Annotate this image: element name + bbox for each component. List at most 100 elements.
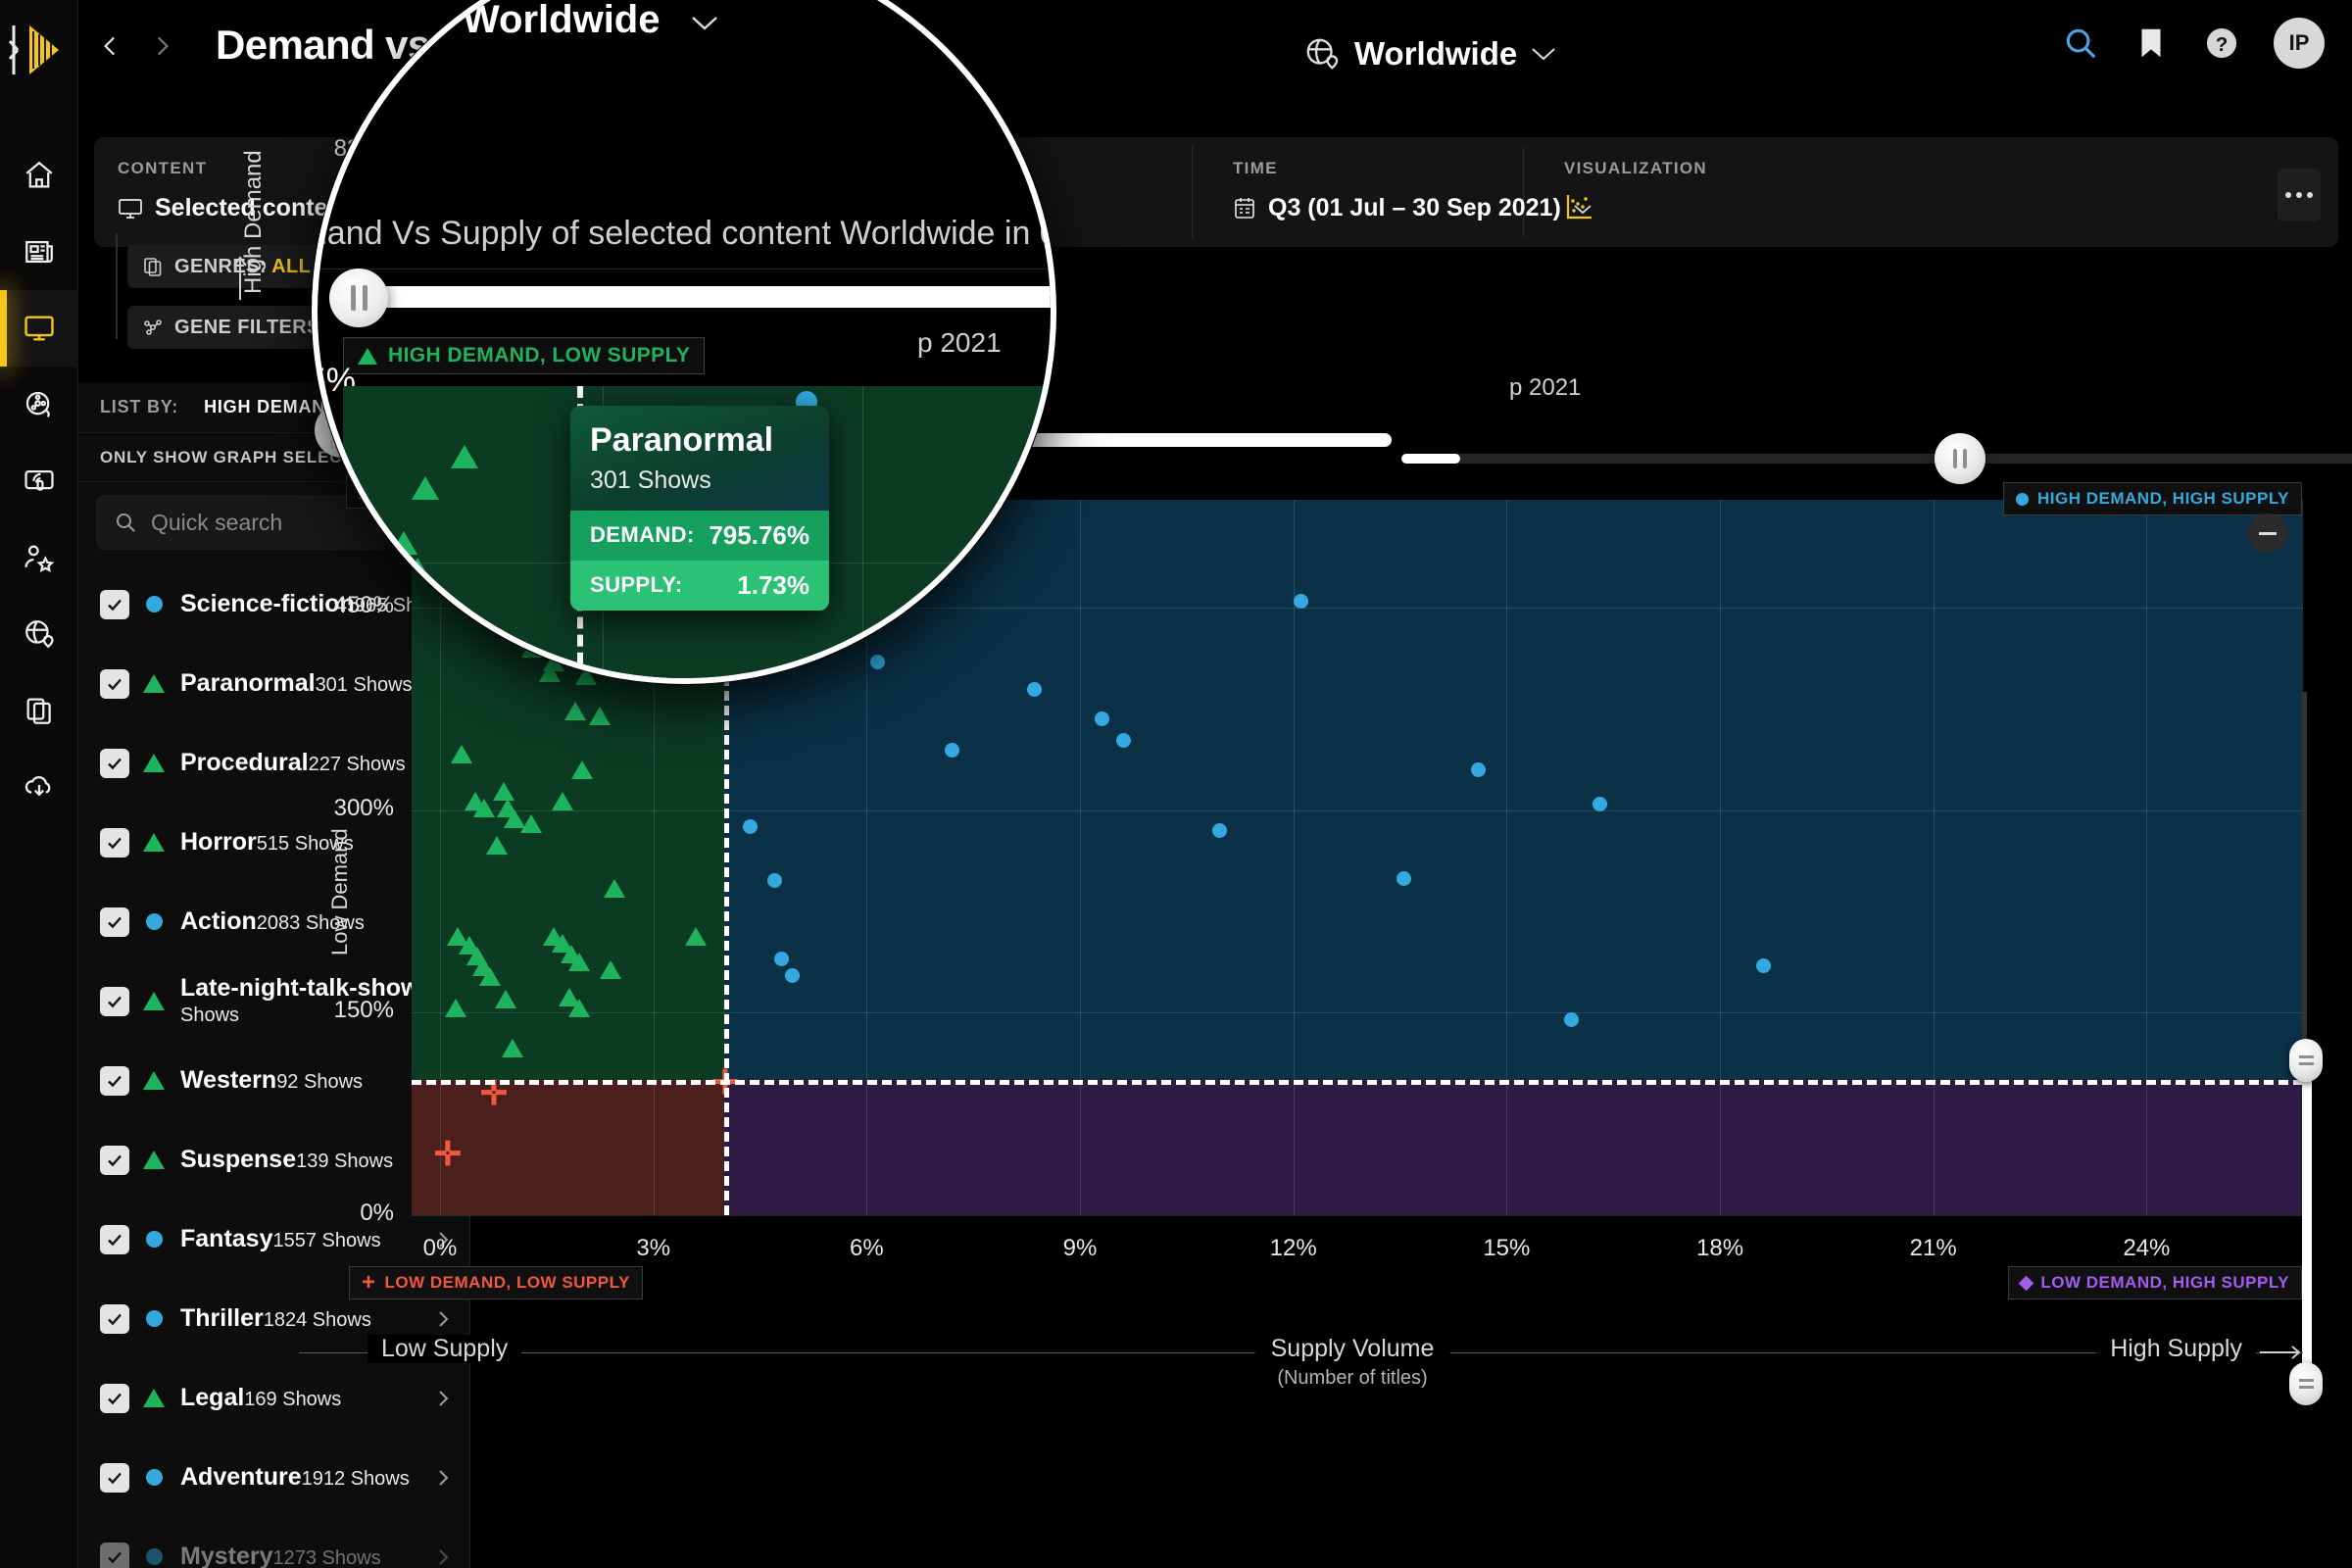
globe-pin-icon bbox=[23, 617, 56, 651]
slider-handle-right[interactable] bbox=[1935, 433, 1985, 484]
data-point[interactable] bbox=[568, 999, 590, 1017]
vertical-range-fill[interactable] bbox=[2302, 1058, 2312, 1382]
genre-checkbox[interactable] bbox=[100, 907, 129, 937]
data-point[interactable] bbox=[604, 879, 625, 898]
vertical-range-handle-top[interactable] bbox=[2289, 1039, 2323, 1082]
data-point[interactable] bbox=[451, 745, 472, 763]
data-point bbox=[417, 627, 445, 651]
genre-meta: Late-night-talk-show75 Shows bbox=[180, 974, 442, 1028]
genre-list-item[interactable]: Adventure1912 Shows bbox=[78, 1438, 470, 1517]
sidebar-item-copy[interactable] bbox=[0, 672, 78, 749]
genre-checkbox[interactable] bbox=[100, 1384, 129, 1413]
genre-checkbox[interactable] bbox=[100, 1304, 129, 1334]
data-point[interactable] bbox=[564, 702, 586, 720]
sidebar-item-broadcast[interactable] bbox=[0, 443, 78, 519]
data-point[interactable] bbox=[1756, 958, 1771, 973]
chart-date-fragment: p 2021 bbox=[1509, 374, 1581, 402]
genre-show-count: 1912 Shows bbox=[302, 1468, 410, 1490]
genre-list-item[interactable]: Legal169 Shows bbox=[78, 1358, 470, 1438]
list-by-label: LIST BY: bbox=[100, 397, 178, 417]
check-icon bbox=[105, 1547, 124, 1567]
search-icon[interactable] bbox=[2062, 24, 2099, 62]
genre-checkbox[interactable] bbox=[100, 1463, 129, 1493]
x-axis-high-label: High Supply bbox=[2096, 1335, 2256, 1363]
data-point[interactable] bbox=[1116, 733, 1131, 748]
genre-name: Western bbox=[180, 1066, 276, 1094]
data-point[interactable] bbox=[520, 814, 542, 833]
data-point[interactable] bbox=[502, 1039, 523, 1057]
genre-checkbox[interactable] bbox=[100, 1146, 129, 1175]
data-point[interactable] bbox=[1212, 823, 1227, 838]
vertical-range-handle-bottom[interactable] bbox=[2289, 1362, 2323, 1405]
data-point[interactable] bbox=[1095, 711, 1109, 726]
sidebar-item-news[interactable] bbox=[0, 214, 78, 290]
data-point[interactable] bbox=[785, 968, 800, 983]
sidebar-item-film[interactable] bbox=[0, 367, 78, 443]
data-point[interactable] bbox=[685, 927, 707, 946]
svg-text:?: ? bbox=[2216, 33, 2229, 56]
chevron-right-icon[interactable] bbox=[433, 1389, 453, 1408]
sidebar-item-dashboard[interactable] bbox=[0, 290, 78, 367]
app-logo[interactable] bbox=[8, 22, 71, 78]
more-options-button[interactable] bbox=[2278, 169, 2321, 221]
legend-high-demand-high-supply[interactable]: HIGH DEMAND, HIGH SUPPLY bbox=[2003, 482, 2302, 515]
chevron-right-icon[interactable] bbox=[149, 33, 174, 59]
legend-label: LOW DEMAND, LOW SUPPLY bbox=[385, 1273, 630, 1293]
data-point[interactable] bbox=[743, 819, 758, 834]
x-axis-tick: 12% bbox=[1270, 1235, 1317, 1262]
y-axis-low-label: Low Demand bbox=[327, 828, 353, 956]
monitor-icon bbox=[118, 197, 143, 220]
data-point[interactable] bbox=[1564, 1012, 1579, 1027]
data-point[interactable] bbox=[571, 760, 593, 779]
genre-checkbox[interactable] bbox=[100, 590, 129, 619]
legend-low-demand-low-supply[interactable]: + LOW DEMAND, LOW SUPPLY bbox=[349, 1266, 643, 1299]
data-point[interactable] bbox=[495, 990, 516, 1008]
genre-checkbox[interactable] bbox=[100, 1225, 129, 1254]
chevron-right-icon[interactable] bbox=[433, 1547, 453, 1567]
genre-checkbox[interactable] bbox=[100, 828, 129, 858]
data-point[interactable] bbox=[589, 707, 611, 725]
genre-checkbox[interactable] bbox=[100, 987, 129, 1016]
search-icon bbox=[114, 511, 137, 534]
zoom-out-button[interactable] bbox=[2248, 514, 2287, 553]
genre-list-item[interactable]: Mystery1273 Shows bbox=[78, 1517, 470, 1568]
magnified-legend-high-demand-low-supply[interactable]: HIGH DEMAND, LOW SUPPLY bbox=[343, 337, 705, 374]
region-picker[interactable]: Worldwide bbox=[1303, 35, 1556, 73]
sidebar-item-talent[interactable] bbox=[0, 519, 78, 596]
genre-checkbox[interactable] bbox=[100, 1066, 129, 1096]
y-axis-tick: 300% bbox=[334, 795, 394, 822]
genre-marker bbox=[137, 1151, 171, 1169]
triangle-marker-icon bbox=[143, 833, 165, 852]
data-point[interactable] bbox=[445, 999, 466, 1017]
help-icon[interactable]: ? bbox=[2203, 24, 2240, 62]
data-point[interactable] bbox=[600, 960, 621, 979]
sidebar-item-markets[interactable] bbox=[0, 596, 78, 672]
x-axis-tick: 6% bbox=[850, 1235, 884, 1262]
magnified-slider-handle[interactable] bbox=[329, 269, 388, 327]
magnified-slider-track[interactable] bbox=[345, 286, 1056, 308]
chevron-right-icon[interactable] bbox=[433, 1309, 453, 1329]
sidebar-item-download[interactable] bbox=[0, 749, 78, 825]
chevron-right-icon[interactable] bbox=[433, 1468, 453, 1488]
check-icon bbox=[105, 1309, 124, 1329]
data-point[interactable] bbox=[479, 967, 501, 986]
legend-low-demand-high-supply[interactable]: LOW DEMAND, HIGH SUPPLY bbox=[2008, 1266, 2302, 1299]
data-point[interactable] bbox=[568, 953, 590, 971]
data-point[interactable] bbox=[1396, 871, 1411, 886]
time-slider-track-secondary[interactable] bbox=[1401, 454, 2352, 464]
data-point[interactable] bbox=[1592, 797, 1607, 811]
data-point[interactable] bbox=[552, 792, 573, 810]
genre-checkbox[interactable] bbox=[100, 749, 129, 778]
chevron-left-icon[interactable] bbox=[98, 33, 123, 59]
data-point[interactable] bbox=[1027, 682, 1042, 697]
bookmark-icon[interactable] bbox=[2132, 24, 2170, 62]
data-point[interactable] bbox=[473, 799, 495, 817]
data-point[interactable] bbox=[486, 836, 508, 855]
scatter-chart-icon[interactable] bbox=[1564, 192, 1593, 221]
vertical-range-track[interactable] bbox=[2302, 692, 2307, 1064]
sidebar-item-home[interactable] bbox=[0, 137, 78, 214]
genre-checkbox[interactable] bbox=[100, 669, 129, 699]
genre-checkbox[interactable] bbox=[100, 1543, 129, 1568]
time-range-dropdown[interactable]: Q3 (01 Jul – 30 Sep 2021) bbox=[1233, 194, 1592, 222]
avatar[interactable]: IP bbox=[2274, 18, 2325, 69]
